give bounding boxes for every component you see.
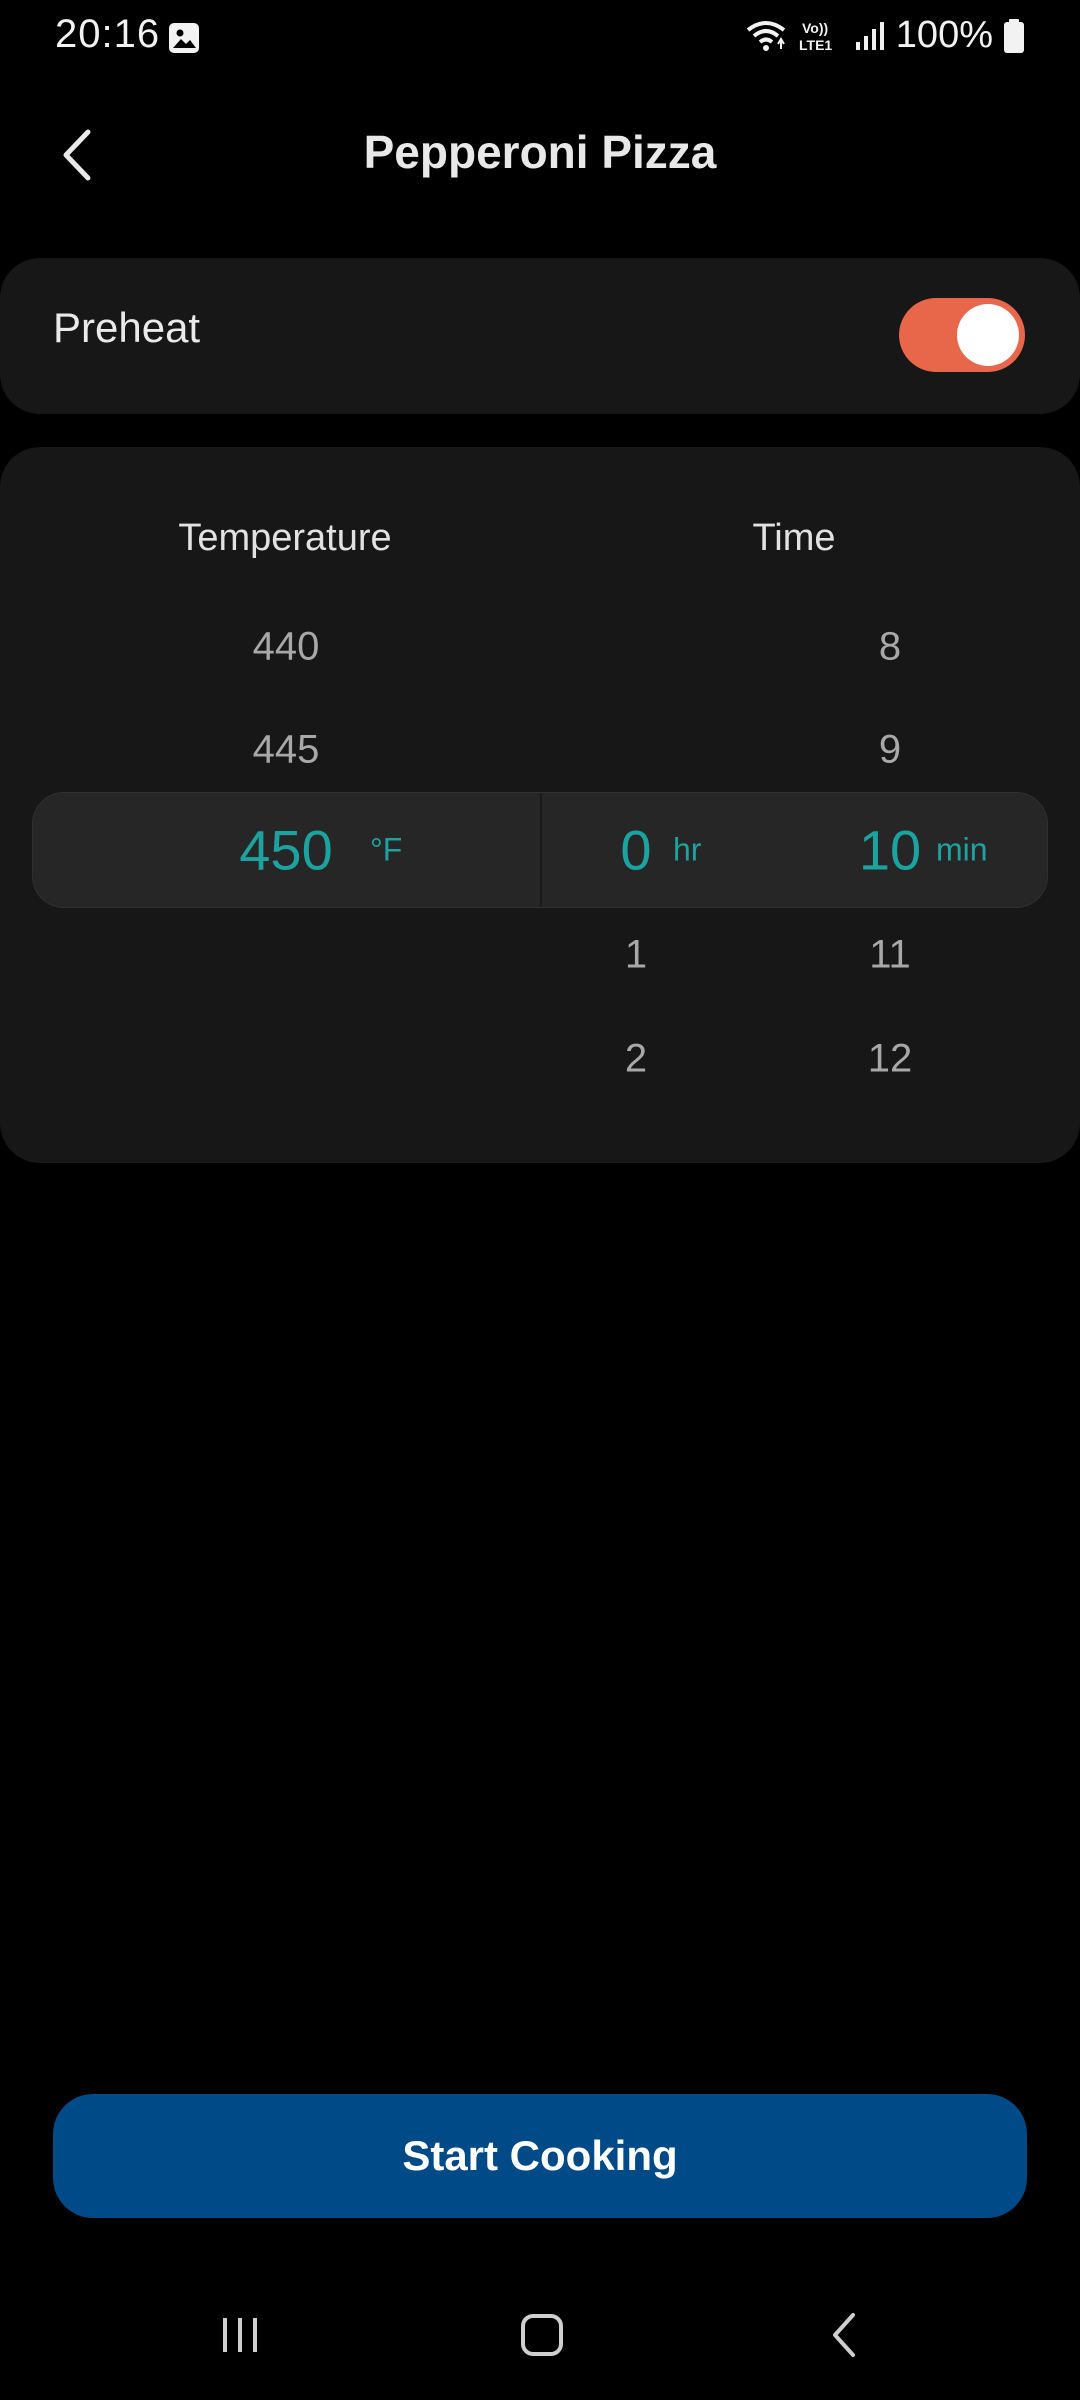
recents-button[interactable] [210,2310,270,2360]
temperature-unit: °F [370,831,403,868]
temperature-option[interactable]: 440 [253,625,320,670]
nav-back-button[interactable] [815,2310,875,2360]
cook-settings-card: Temperature Time 440 445 8 9 450 °F 0 hr… [0,447,1080,1163]
status-right: Vo)) LTE1 100% [744,14,1025,57]
hour-option[interactable]: 2 [625,1037,647,1082]
wifi-icon [746,20,786,51]
selection-divider [540,793,542,907]
start-cooking-button[interactable]: Start Cooking [53,2094,1027,2218]
status-bar: 20:16 Vo)) LTE1 100% [0,0,1080,80]
navigation-bar [0,2290,1080,2380]
minute-option[interactable]: 8 [879,625,901,670]
preheat-toggle[interactable] [899,298,1025,372]
hour-unit: hr [673,831,702,868]
minute-unit: min [936,831,988,868]
minute-option[interactable]: 12 [868,1037,913,1082]
time-header: Time [752,517,836,559]
minute-option[interactable]: 11 [869,933,911,978]
svg-text:Vo)): Vo)) [802,20,828,36]
temperature-header: Temperature [178,517,392,559]
toggle-knob [957,304,1019,366]
battery-icon [1004,18,1024,53]
volte-icon: Vo)) LTE1 [799,20,832,53]
recents-icon [223,2318,257,2352]
temperature-option[interactable]: 445 [253,728,320,773]
back-icon [833,2313,855,2357]
hour-selected[interactable]: 0 [620,818,651,883]
home-button[interactable] [512,2310,572,2360]
svg-text:LTE1: LTE1 [799,37,832,53]
battery-percent: 100% [895,14,993,56]
hour-option[interactable]: 1 [625,933,647,978]
preheat-label: Preheat [53,304,201,351]
minute-option[interactable]: 9 [879,728,901,773]
gallery-icon [169,23,199,53]
page-title: Pepperoni Pizza [363,126,717,178]
status-time: 20:16 [55,12,161,56]
minute-selected[interactable]: 10 [859,818,921,883]
home-icon [521,2314,563,2356]
temperature-selected[interactable]: 450 [239,818,332,883]
signal-icon [855,21,884,50]
header: Pepperoni Pizza [0,100,1080,210]
preheat-card: Preheat [0,258,1080,414]
